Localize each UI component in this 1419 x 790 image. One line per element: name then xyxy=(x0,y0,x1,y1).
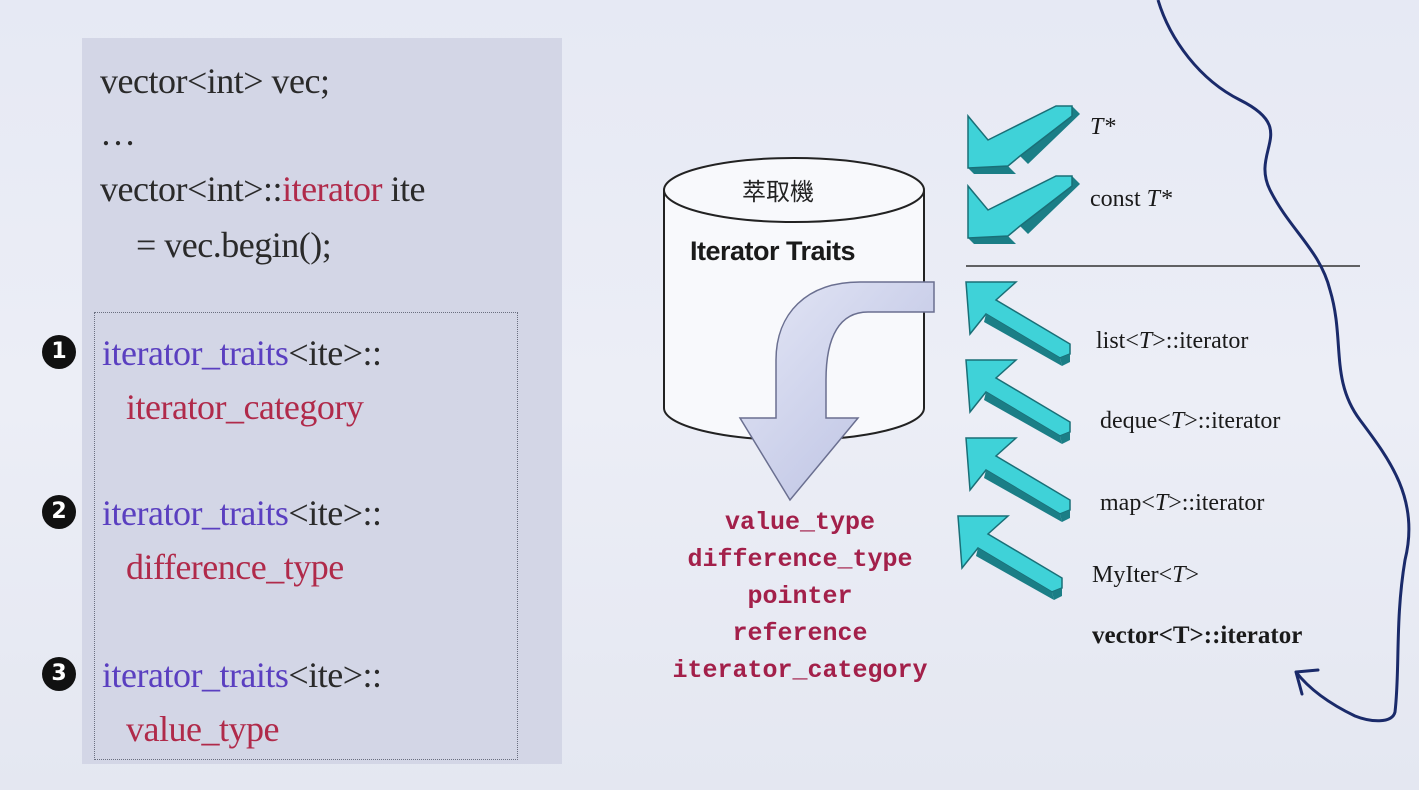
label-deque-iterator: deque<T>::iterator xyxy=(1100,408,1281,434)
label-vector-iterator: vector<T>::iterator xyxy=(1092,622,1303,649)
arrow-myiter xyxy=(957,515,1063,601)
cylinder-label: Iterator Traits xyxy=(690,236,856,266)
slide: vector<int> vec; … vector<int>::iterator… xyxy=(0,0,1419,790)
arrow-map-iter xyxy=(965,437,1071,523)
output-pointer: pointer xyxy=(747,582,853,611)
label-const-t-ptr: const T* xyxy=(1090,186,1173,212)
output-value-type: value_type xyxy=(724,508,876,537)
arrow-deque-iter xyxy=(965,359,1071,445)
label-list-iterator: list<T>::iterator xyxy=(1096,328,1249,354)
arrow-list-iter xyxy=(965,281,1071,367)
cylinder-title: 萃取機 xyxy=(742,178,814,206)
label-t-ptr: T* xyxy=(1090,114,1116,140)
arrow-t-ptr xyxy=(967,105,1081,175)
output-reference: reference xyxy=(732,619,868,648)
label-myiter: MyIter<T> xyxy=(1092,562,1200,588)
handdrawn-squiggle xyxy=(1156,0,1411,723)
arrow-const-t-ptr xyxy=(967,175,1081,245)
output-difference-type: difference_type xyxy=(687,545,913,574)
output-iterator-category: iterator_category xyxy=(672,656,928,685)
label-map-iterator: map<T>::iterator xyxy=(1100,490,1265,516)
